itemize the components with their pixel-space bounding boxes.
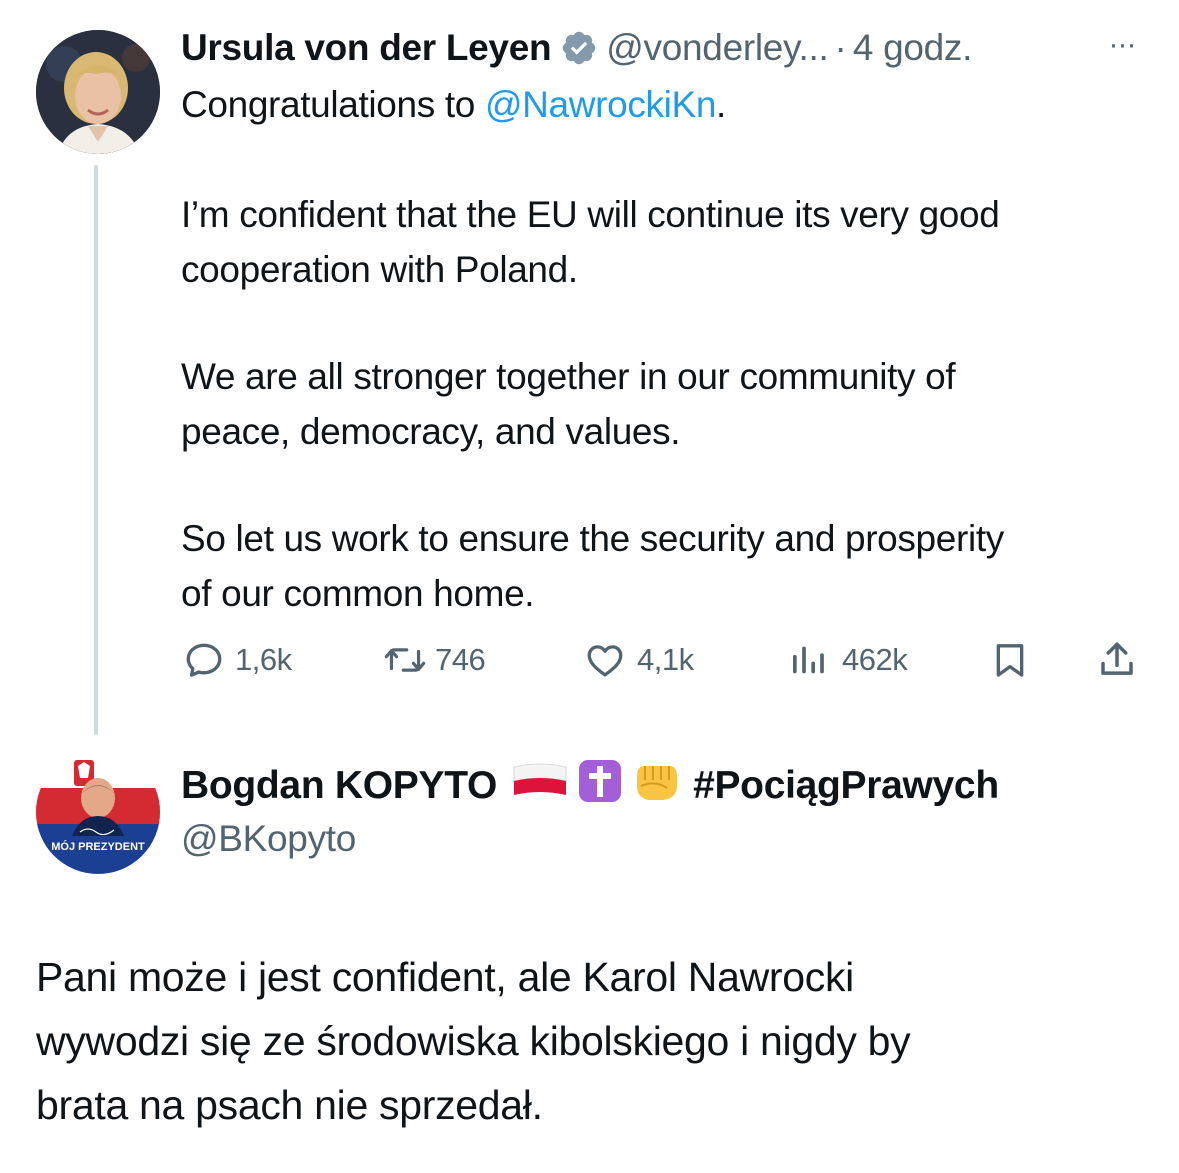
- mention-link[interactable]: @NawrockiKn: [485, 84, 716, 125]
- tweet-text-line: of our common home.: [181, 573, 535, 614]
- author-handle[interactable]: @BKopyto: [181, 818, 356, 860]
- tweet-text-line: We are all stronger together in our comm…: [181, 356, 956, 397]
- reply-author-line: Bogdan KOPYTO #PociągPrawych: [181, 760, 999, 811]
- share-button[interactable]: [1096, 638, 1138, 682]
- reply-text: Pani może i jest confident, ale Karol Na…: [36, 945, 1156, 1137]
- avatar-bogdan[interactable]: MÓJ PREZYDENT: [36, 750, 160, 874]
- avatar-campaign-image: MÓJ PREZYDENT: [36, 750, 160, 874]
- reply-button[interactable]: 1,6k: [183, 638, 292, 682]
- bookmark-icon: [990, 639, 1030, 681]
- reply-text-line: brata na psach nie sprzedał.: [36, 1082, 543, 1128]
- tweet-text-line: peace, democracy, and values.: [181, 411, 681, 452]
- tweet-text-segment: .: [716, 84, 726, 125]
- author-name[interactable]: Ursula von der Leyen: [181, 27, 552, 69]
- tweet-text-line: I’m confident that the EU will continue …: [181, 194, 1000, 235]
- author-handle[interactable]: @vonderley...: [606, 27, 828, 69]
- reply-count: 1,6k: [235, 642, 292, 677]
- views-button[interactable]: 462k: [788, 638, 908, 682]
- repost-button[interactable]: 746: [383, 638, 486, 682]
- verified-badge-icon[interactable]: [560, 29, 598, 67]
- reply-text-line: wywodzi się ze środowiska kibolskiego i …: [36, 1018, 911, 1064]
- share-icon: [1096, 639, 1138, 681]
- tweet-text-segment: Congratulations to: [181, 84, 485, 125]
- hashtag-link[interactable]: #PociągPrawych: [693, 764, 999, 808]
- reply-text-line: Pani może i jest confident, ale Karol Na…: [36, 954, 854, 1000]
- repost-count: 746: [435, 642, 486, 677]
- repost-icon: [383, 639, 427, 681]
- avatar-ursula[interactable]: [36, 30, 160, 154]
- tweet-text-line: Congratulations to @NawrockiKn.: [181, 77, 1156, 132]
- tweet-text-line: So let us work to ensure the security an…: [181, 518, 1004, 559]
- avatar-caption: MÓJ PREZYDENT: [51, 840, 145, 853]
- like-count: 4,1k: [637, 642, 694, 677]
- thread-connector-line: [94, 165, 98, 735]
- fist-icon: [631, 758, 681, 814]
- reply-icon: [183, 639, 225, 681]
- bookmark-button[interactable]: [990, 638, 1030, 682]
- tweet-timestamp[interactable]: 4 godz.: [853, 27, 973, 69]
- author-name[interactable]: Bogdan KOPYTO: [181, 764, 497, 808]
- header-separator: ·: [834, 27, 847, 68]
- latin-cross-icon: [577, 758, 623, 814]
- views-icon: [788, 640, 828, 680]
- like-button[interactable]: 4,1k: [583, 638, 694, 682]
- tweet-header: Ursula von der Leyen @vonderley... · 4 g…: [181, 26, 972, 70]
- poland-flag-icon: [511, 761, 569, 811]
- views-count: 462k: [842, 642, 908, 677]
- like-icon: [583, 639, 627, 681]
- avatar-portrait-image: [36, 30, 160, 154]
- more-icon[interactable]: ···: [1100, 30, 1144, 60]
- tweet-text-line: cooperation with Poland.: [181, 249, 578, 290]
